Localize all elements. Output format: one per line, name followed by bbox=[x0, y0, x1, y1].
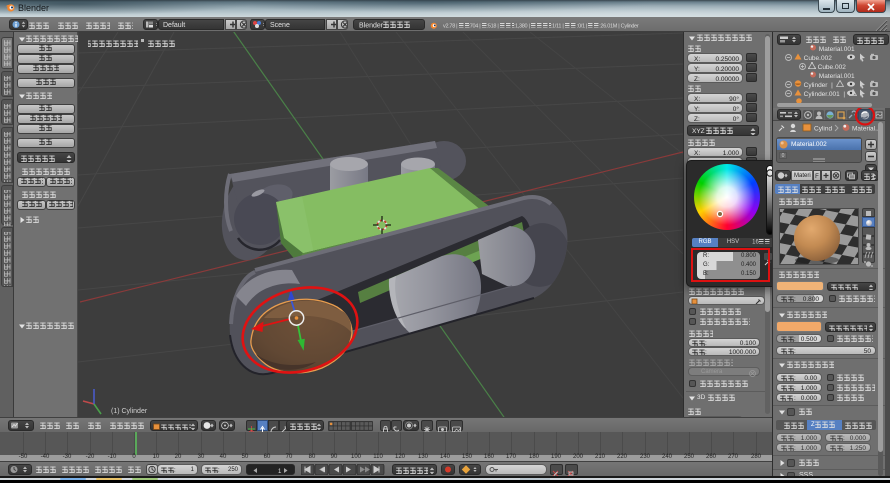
svg-text:(1) Cylinder: (1) Cylinder bbox=[111, 408, 148, 415]
svg-text:Material...: Material... bbox=[852, 126, 881, 133]
svg-text:Cylind: Cylind bbox=[814, 126, 832, 133]
